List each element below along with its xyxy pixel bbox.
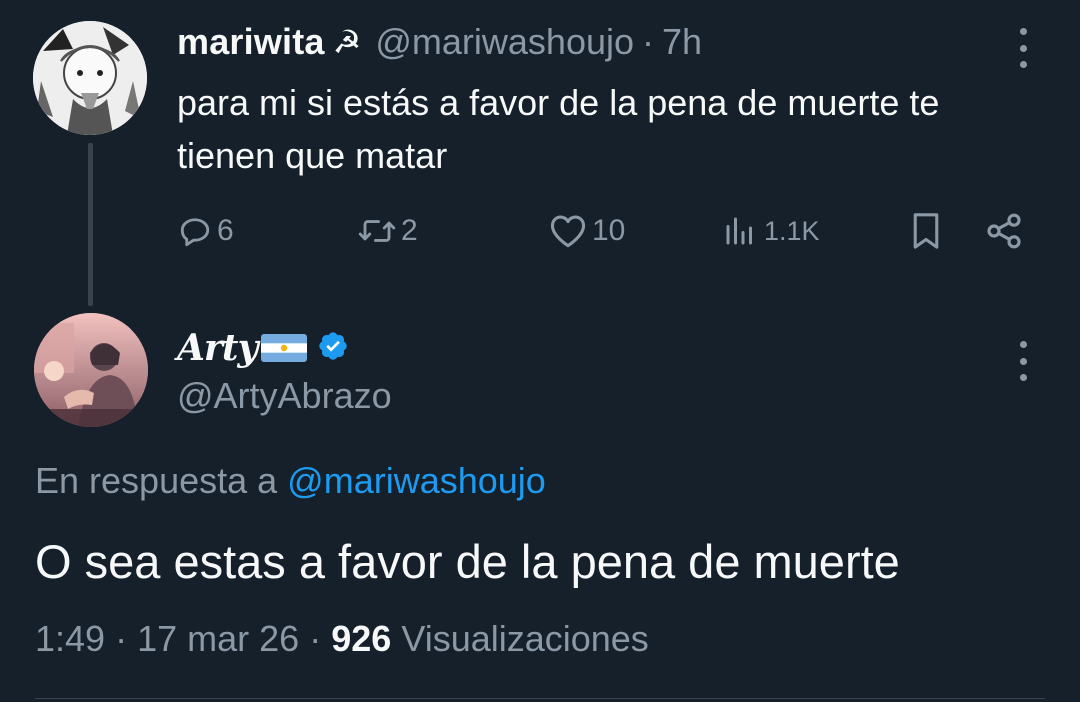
separator-dot: · [642, 21, 655, 62]
parent-tweet-header: mariwita ☭ @mariwashoujo · 7h [177, 20, 702, 64]
reply-views-label[interactable]: Visualizaciones [401, 618, 648, 659]
bookmark-icon [908, 211, 944, 251]
avatar-arty[interactable] [34, 313, 148, 427]
verified-badge-icon [317, 330, 349, 367]
hammer-sickle-icon: ☭ [332, 24, 362, 60]
reply-button[interactable]: 6 [177, 207, 234, 255]
share-icon [984, 211, 1024, 251]
like-button[interactable]: 10 [548, 207, 625, 255]
bookmark-button[interactable] [908, 207, 944, 255]
like-count: 10 [592, 214, 626, 247]
like-icon [548, 213, 588, 249]
divider [35, 698, 1045, 699]
more-options-icon[interactable] [1018, 28, 1028, 68]
parent-handle[interactable]: @mariwashoujo [375, 21, 634, 63]
reply-views-number[interactable]: 926 [331, 618, 391, 659]
in-reply-prefix: En respuesta a [35, 460, 278, 501]
retweet-icon [357, 213, 397, 249]
reply-count: 6 [217, 214, 234, 247]
reply-tweet-text: O sea estas a favor de la pena de muerte [35, 535, 900, 588]
parent-action-bar: 6 2 10 1.1K [0, 207, 1080, 255]
views-icon [722, 213, 758, 249]
more-options-icon[interactable] [1018, 341, 1028, 381]
reply-icon [177, 213, 213, 249]
parent-timestamp[interactable]: 7h [662, 21, 702, 63]
share-button[interactable] [984, 207, 1024, 255]
reply-meta-line: 1:49 · 17 mar 26 · 926 Visualizaciones [35, 618, 649, 660]
views-count: 1.1K [764, 215, 820, 246]
in-reply-mention-link[interactable]: @mariwashoujo [287, 460, 546, 501]
separator-dot: · [309, 618, 322, 659]
reply-handle[interactable]: @ArtyAbrazo [177, 375, 392, 417]
reply-author-row: Arty [177, 323, 349, 373]
argentina-flag-icon [261, 334, 308, 362]
retweet-count: 2 [401, 214, 418, 247]
reply-time[interactable]: 1:49 [35, 618, 105, 659]
tweet-detail-view: mariwita ☭ @mariwashoujo · 7h para mi si… [0, 0, 1080, 702]
reply-display-name[interactable]: Arty [177, 327, 258, 369]
in-reply-to-line: En respuesta a @mariwashoujo [35, 460, 546, 502]
separator-dot: · [115, 618, 128, 659]
parent-display-name[interactable]: mariwita [177, 21, 325, 63]
reply-date[interactable]: 17 mar 26 [137, 618, 299, 659]
parent-tweet-text: para mi si estás a favor de la pena de m… [177, 82, 940, 176]
avatar-mariwita[interactable] [33, 21, 147, 135]
retweet-button[interactable]: 2 [357, 207, 418, 255]
views-button[interactable]: 1.1K [722, 207, 820, 255]
